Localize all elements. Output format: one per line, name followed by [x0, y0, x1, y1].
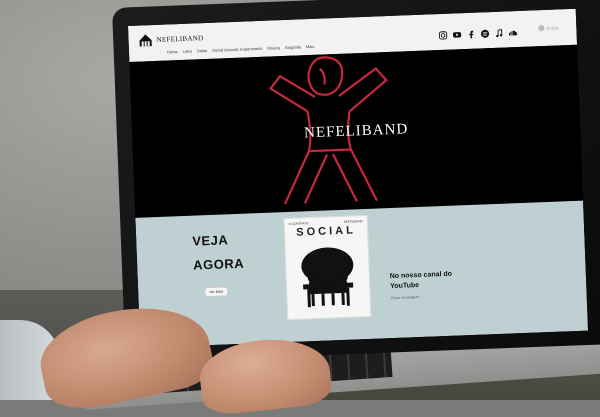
nav-item-social-acoustic[interactable]: Social Acoustic Experiments: [212, 46, 262, 53]
soundcloud-icon[interactable]: [508, 24, 518, 36]
nav-item-datas[interactable]: Datas: [197, 48, 208, 53]
promo-heading: VEJA AGORA: [192, 228, 245, 278]
promo-heading-line1: VEJA: [192, 232, 229, 249]
album-top-right: NEFELIBAND: [343, 219, 363, 224]
instagram-icon[interactable]: [438, 27, 448, 40]
login-label: Entrar: [546, 24, 559, 31]
promo-strip: VEJA AGORA Ver Mais O CONTRATO NEFELIBAN…: [135, 200, 589, 348]
promo-heading-line2: AGORA: [192, 255, 245, 273]
nav-item-home[interactable]: Home: [167, 49, 178, 54]
music-note-icon[interactable]: [494, 25, 503, 38]
spotify-icon[interactable]: [480, 25, 490, 38]
social-icons: [438, 24, 518, 40]
nav-item-letra[interactable]: Letra: [183, 49, 192, 54]
youtube-promo-title: No nosso canal do YouTube: [389, 270, 453, 291]
album-title: SOCIAL: [296, 224, 357, 239]
laptop-screen: NEFELIBAND Home Letra Datas Social Acous…: [128, 8, 589, 348]
facebook-icon[interactable]: [466, 26, 475, 39]
album-artwork: [301, 247, 354, 308]
house-icon[interactable]: [138, 33, 153, 48]
login-button[interactable]: Entrar: [538, 24, 559, 32]
site-logo-text[interactable]: NEFELIBAND: [156, 34, 203, 44]
main-nav: Home Letra Datas Social Acoustic Experim…: [167, 44, 315, 55]
ver-mais-button[interactable]: Ver Mais: [204, 286, 229, 298]
album-cover[interactable]: O CONTRATO NEFELIBAND SOCIAL: [283, 214, 372, 321]
nav-item-musica[interactable]: Música: [267, 45, 280, 50]
hero-section: NEFELIBAND: [129, 44, 584, 218]
youtube-icon[interactable]: [452, 26, 462, 38]
nav-item-mais[interactable]: Mais: [306, 44, 315, 49]
user-avatar-icon: [538, 25, 545, 32]
nav-item-biografia[interactable]: Biografia: [285, 44, 301, 50]
youtube-promo-subtext[interactable]: Clique na imagem: [391, 295, 419, 300]
album-top-left: O CONTRATO: [288, 221, 309, 226]
